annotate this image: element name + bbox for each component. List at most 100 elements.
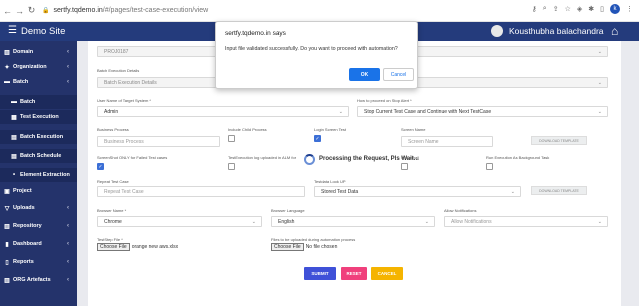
sidebar-item-label: Batch Execution (20, 134, 64, 140)
sidebar-item-label: Organization (13, 64, 47, 70)
user-avatar[interactable] (491, 25, 503, 37)
hamburger-menu-icon[interactable]: ☰ (8, 25, 17, 36)
sidebar-item-element-extraction-sub[interactable]: • Element Extraction (0, 168, 77, 182)
sidebar-item-label: Element Extraction (20, 172, 70, 178)
alert-dialog: sertfy.tqdemo.in says Input file validat… (215, 21, 418, 89)
upload-file-name: No file chosen (305, 244, 338, 250)
chevron-left-icon: ‹ (67, 49, 69, 55)
sidepanel-icon[interactable]: ▯ (600, 5, 604, 13)
sidebar-item-uploads[interactable]: ▽ Uploads ‹ (0, 201, 77, 215)
share-icon[interactable]: ⇪ (553, 5, 559, 13)
chevron-left-icon: ‹ (67, 223, 69, 229)
chevron-down-icon: ⌄ (251, 218, 256, 225)
chart-icon: ▥ (4, 277, 10, 284)
sidebar-item-batch-execution-sub[interactable]: ▤ Batch Execution (0, 130, 77, 144)
choose-file-button-2[interactable]: Choose File (271, 243, 304, 251)
notifications-label: Allow Notifications (444, 208, 477, 213)
repeat-test-case-input[interactable]: Repeat Test Case (97, 186, 305, 197)
chevron-left-icon: ‹ (67, 79, 69, 85)
zoom-icon[interactable]: ⌕ (543, 5, 547, 13)
profile-avatar[interactable]: k (610, 4, 620, 14)
alm-label: TestExecution log uploaded in ALM for (228, 155, 297, 160)
include-child-label: Include Child Process (228, 127, 267, 132)
browser-language-label: Browser Language (271, 208, 305, 213)
proceed-select[interactable]: Stop Current Test Case and Continue with… (357, 106, 608, 117)
sidebar-item-organization[interactable]: ✦ Organization ‹ (0, 60, 77, 74)
user-name[interactable]: Kousthubha balachandra (509, 26, 604, 36)
background-task-checkbox[interactable] (486, 163, 493, 170)
dialog-ok-button[interactable]: OK (349, 68, 380, 81)
key-icon[interactable]: ⚷ (532, 5, 537, 13)
star-icon[interactable]: ☆ (565, 5, 571, 13)
sidebar-item-label: Test Execution (20, 114, 59, 120)
kebab-menu-icon[interactable]: ⋮ (626, 5, 633, 13)
forward-icon[interactable]: → (15, 6, 24, 16)
business-process-input[interactable]: Business Process (97, 136, 220, 147)
sidebar-item-repository[interactable]: ▥ Repository ‹ (0, 219, 77, 233)
screen-name-input[interactable]: Screen Name (401, 136, 493, 147)
teststep-file-name: orange new aws.xlsx (131, 244, 179, 250)
dialog-cancel-button[interactable]: Cancel (383, 68, 414, 81)
submit-button[interactable]: SUBMIT (304, 267, 336, 280)
reload-icon[interactable]: ↻ (27, 5, 36, 16)
browser-name-select[interactable]: Chrome ⌄ (97, 216, 262, 227)
dialog-title: sertfy.tqdemo.in says (225, 30, 286, 37)
back-icon[interactable]: ← (3, 6, 12, 16)
sidebar-item-project[interactable]: ▣ Project (0, 184, 77, 198)
batch-execution-details-label: Batch Execution Details (97, 68, 140, 73)
screen-name-label: Screen Name (401, 127, 426, 132)
target-system-label: User Name of Target System * (97, 98, 151, 103)
testdata-lookup-select[interactable]: Stored Test Data ⌄ (314, 186, 521, 197)
sidebar-item-label: Batch (13, 79, 29, 85)
sidebar-item-label: Reports (13, 259, 34, 265)
target-system-select[interactable]: Admin ⌄ (97, 106, 349, 117)
reset-button[interactable]: RESET (341, 267, 367, 280)
screenshot-checkbox[interactable]: ✓ (97, 163, 104, 170)
grid-icon: ▦ (11, 114, 17, 121)
address-bar[interactable]: sertfy.tqdemo.in/#/pages/test-case-execu… (53, 7, 208, 14)
sidebar-item-batch[interactable]: ▬ Batch ‹ (0, 75, 77, 89)
screenshot-label: ScreenShot ONLY for Failed Test cases (97, 155, 168, 160)
bar-chart-icon: ▮ (5, 241, 9, 248)
puzzle-icon[interactable]: ✱ (588, 5, 594, 13)
sidebar-item-reports[interactable]: ▯ Reports ‹ (0, 255, 77, 269)
sidebar-item-label: ORG Artefacts (13, 277, 51, 283)
file-icon: ▯ (5, 259, 9, 266)
sidebar-item-test-execution-sub[interactable]: ▦ Test Execution (0, 110, 77, 124)
sidebar-item-batch-sub[interactable]: ▬ Batch (0, 95, 77, 109)
business-process-label: Business Process (97, 127, 129, 132)
chevron-left-icon: ‹ (67, 205, 69, 211)
cancel-button[interactable]: CANCEL (371, 267, 403, 280)
sidebar-item-org-artefacts[interactable]: ▥ ORG Artefacts ‹ (0, 273, 77, 287)
login-screen-checkbox[interactable]: ✓ (314, 135, 321, 142)
teststep-file-input[interactable]: Choose File orange new aws.xlsx (97, 243, 178, 251)
chevron-down-icon: ⌄ (510, 188, 515, 195)
sidebar-item-domain[interactable]: ▥ Domain ‹ (0, 45, 77, 59)
chevron-left-icon: ‹ (67, 259, 69, 265)
bullet-icon: • (12, 172, 16, 178)
clipboard-icon: ▣ (4, 188, 10, 195)
lock-icon[interactable]: 🔒 (42, 7, 49, 14)
download-template-button[interactable]: DOWNLOAD TEMPLATE (531, 136, 587, 145)
notifications-select[interactable]: Allow Notifications ⌄ (444, 216, 608, 227)
email-checkbox[interactable] (401, 163, 408, 170)
document-icon: ▤ (11, 153, 17, 160)
extension-icon[interactable]: ◈ (577, 5, 582, 13)
sidebar-item-batch-schedule-sub[interactable]: ▤ Batch Schedule (0, 149, 77, 163)
upload-files-input[interactable]: Choose File No file chosen (271, 243, 337, 251)
sidebar-item-label: Dashboard (13, 241, 42, 247)
include-child-checkbox[interactable] (228, 135, 235, 142)
alm-checkbox[interactable] (228, 163, 235, 170)
download-template-button-2[interactable]: DOWNLOAD TEMPLATE (531, 186, 587, 195)
sidebar-item-dashboard[interactable]: ▮ Dashboard ‹ (0, 237, 77, 251)
dialog-message: Input file validated successfully. Do yo… (225, 46, 398, 52)
home-icon[interactable]: ⌂ (611, 24, 618, 38)
choose-file-button[interactable]: Choose File (97, 243, 130, 251)
login-screen-label: Login Screen Test (314, 127, 346, 132)
testdata-lookup-label: Testdata Look UP (314, 179, 346, 184)
browser-language-select[interactable]: English ⌄ (271, 216, 435, 227)
sidebar-item-label: Repository (13, 223, 42, 229)
chevron-left-icon: ‹ (67, 64, 69, 70)
upload-files-label: Files to be uploaded during automation p… (271, 237, 356, 242)
email-label: le in email (401, 155, 420, 160)
